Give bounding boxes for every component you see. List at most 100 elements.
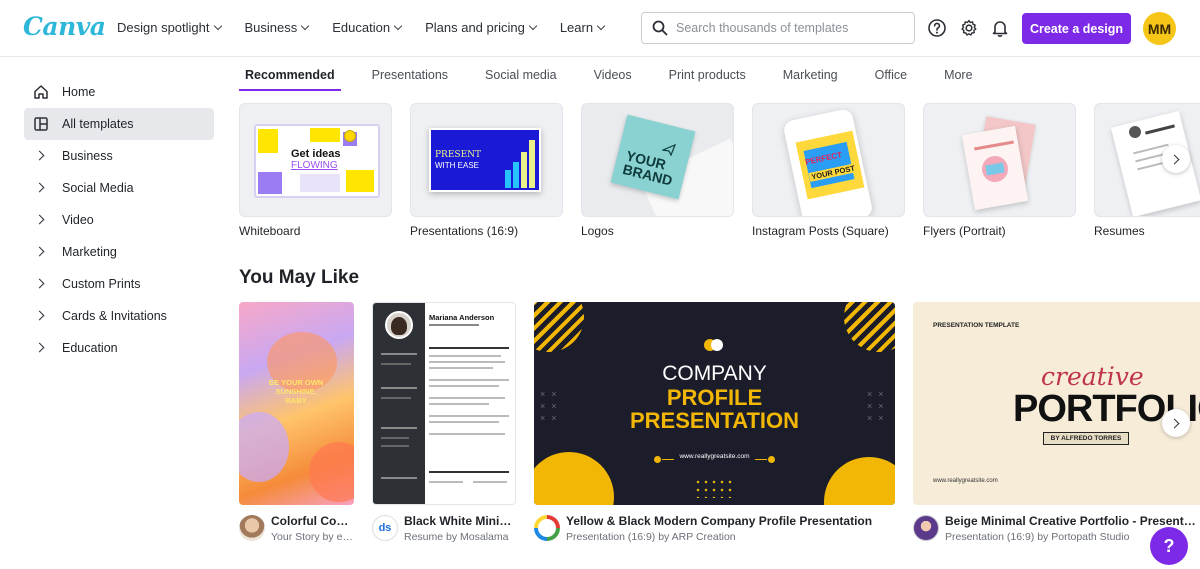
- category-label: Instagram Posts (Square): [752, 224, 889, 238]
- main-nav: Design spotlight Business Education Plan…: [117, 20, 628, 35]
- chevron-right-icon: [34, 342, 45, 353]
- chevron-right-icon: [1169, 418, 1180, 428]
- template-title: Colorful Cool...: [271, 514, 354, 528]
- sidebar-item-education[interactable]: Education: [24, 332, 214, 364]
- template-card[interactable]: Mariana Anderson ds Black White Minim...…: [372, 302, 516, 553]
- home-icon: [33, 84, 49, 100]
- nav-business[interactable]: Business: [244, 20, 310, 35]
- category-label: Whiteboard: [239, 224, 301, 238]
- chevron-right-icon: [34, 182, 45, 193]
- category-card-presentations[interactable]: PRESENT WITH EASE Presentations (16:9): [410, 103, 563, 238]
- category-card-resumes[interactable]: Resumes: [1094, 103, 1200, 238]
- thumb-text: FLOWING: [291, 160, 338, 171]
- thumb-text: BY ALFREDO TORRES: [1043, 432, 1129, 445]
- create-design-button[interactable]: Create a design: [1022, 13, 1131, 44]
- help-button[interactable]: ?: [1150, 527, 1188, 565]
- templates-next-button[interactable]: [1162, 409, 1190, 437]
- sidebar-item-video[interactable]: Video: [24, 204, 214, 236]
- search-box: [641, 12, 915, 44]
- tab-marketing[interactable]: Marketing: [783, 58, 838, 91]
- nav-learn[interactable]: Learn: [559, 20, 606, 35]
- category-thumbnail: Get ideas FLOWING: [239, 103, 392, 217]
- thumb-text: WITH EASE: [435, 161, 480, 170]
- sidebar-item-cards-invitations[interactable]: Cards & Invitations: [24, 300, 214, 332]
- category-card-whiteboard[interactable]: Get ideas FLOWING Whiteboard: [239, 103, 392, 238]
- tab-presentations[interactable]: Presentations: [372, 58, 448, 91]
- template-thumbnail: BE YOUR OWN SUNSHINE, BABY: [239, 302, 354, 505]
- category-label: Flyers (Portrait): [923, 224, 1006, 238]
- nav-plans-pricing[interactable]: Plans and pricing: [425, 20, 538, 35]
- template-card[interactable]: ×× ×× ×× ×× ×× ×× COMPANY PROFILE PRESENTATI…: [534, 302, 895, 553]
- section-title: You May Like: [239, 267, 360, 288]
- category-card-logos[interactable]: YOUR BRAND Logos: [581, 103, 734, 238]
- template-subtitle: Resume by Mosalama: [404, 531, 509, 543]
- paper-plane-icon: [662, 144, 676, 156]
- sidebar-item-label: Marketing: [62, 245, 117, 259]
- template-title: Yellow & Black Modern Company Profile Pr…: [566, 514, 873, 528]
- nav-design-spotlight[interactable]: Design spotlight: [117, 20, 222, 35]
- tab-print-products[interactable]: Print products: [669, 58, 746, 91]
- sidebar-item-label: Custom Prints: [62, 277, 141, 291]
- bell-icon[interactable]: [989, 17, 1011, 39]
- sidebar-item-label: Business: [62, 149, 113, 163]
- nav-label: Design spotlight: [117, 20, 210, 35]
- creator-avatar: [913, 515, 939, 541]
- thumb-text: Get ideas: [291, 148, 341, 160]
- category-thumbnail: PRESENT WITH EASE: [410, 103, 563, 217]
- creator-avatar: ds: [372, 515, 398, 541]
- chevron-right-icon: [1169, 154, 1180, 164]
- template-card[interactable]: PRESENTATION TEMPLATE creative PORTFOLIO…: [913, 302, 1200, 553]
- category-label: Presentations (16:9): [410, 224, 519, 238]
- tab-recommended[interactable]: Recommended: [239, 58, 341, 91]
- thumb-text: PRESENT: [435, 150, 482, 160]
- sidebar: Home All templates Business Social Media…: [24, 76, 214, 364]
- template-card[interactable]: BE YOUR OWN SUNSHINE, BABY Colorful Cool…: [239, 302, 354, 553]
- thumb-text: Mariana Anderson: [429, 313, 495, 322]
- sidebar-item-all-templates[interactable]: All templates: [24, 108, 214, 140]
- templates-icon: [33, 116, 49, 132]
- template-meta: Colorful Cool... Your Story by ec...: [239, 513, 354, 553]
- help-icon[interactable]: [926, 17, 948, 39]
- tab-office[interactable]: Office: [875, 58, 907, 91]
- template-title: Black White Minim...: [404, 514, 516, 528]
- creator-avatar: [239, 515, 265, 541]
- sidebar-item-label: Video: [62, 213, 94, 227]
- tab-social-media[interactable]: Social media: [485, 58, 557, 91]
- category-card-flyers[interactable]: Flyers (Portrait): [923, 103, 1076, 238]
- nav-label: Business: [244, 20, 298, 35]
- avatar[interactable]: MM: [1143, 12, 1176, 45]
- category-carousel: Get ideas FLOWING Whiteboard PRESENT WIT…: [239, 103, 1200, 243]
- chevron-down-icon: [301, 21, 310, 30]
- sidebar-item-business[interactable]: Business: [24, 140, 214, 172]
- sidebar-item-marketing[interactable]: Marketing: [24, 236, 214, 268]
- creator-avatar: [534, 515, 560, 541]
- category-next-button[interactable]: [1162, 145, 1190, 173]
- category-thumbnail: [923, 103, 1076, 217]
- sidebar-item-custom-prints[interactable]: Custom Prints: [24, 268, 214, 300]
- template-title: Beige Minimal Creative Portfolio - Prese…: [945, 514, 1200, 528]
- canva-logo[interactable]: Canva: [23, 12, 106, 41]
- sidebar-item-social-media[interactable]: Social Media: [24, 172, 214, 204]
- thumb-text: COMPANY: [662, 362, 767, 385]
- nav-label: Learn: [559, 20, 594, 35]
- chevron-right-icon: [34, 150, 45, 161]
- chevron-right-icon: [34, 214, 45, 225]
- gear-icon[interactable]: [958, 17, 980, 39]
- chevron-down-icon: [213, 21, 222, 30]
- thumb-text: PRESENTATION TEMPLATE: [933, 322, 1020, 329]
- category-card-instagram-posts[interactable]: PERFECT YOUR POST Instagram Posts (Squar…: [752, 103, 905, 238]
- search-icon: [652, 20, 668, 36]
- nav-education[interactable]: Education: [332, 20, 403, 35]
- template-thumbnail: Mariana Anderson: [372, 302, 516, 505]
- chevron-right-icon: [34, 310, 45, 321]
- chevron-right-icon: [34, 246, 45, 257]
- sidebar-item-label: Home: [62, 85, 96, 99]
- search-input[interactable]: [676, 21, 906, 35]
- template-thumbnail: PRESENTATION TEMPLATE creative PORTFOLIO…: [913, 302, 1200, 505]
- template-meta: Yellow & Black Modern Company Profile Pr…: [534, 513, 895, 553]
- thumb-text: creative: [1041, 362, 1144, 391]
- sidebar-item-label: Education: [62, 341, 118, 355]
- tab-more[interactable]: More: [944, 58, 972, 91]
- tab-videos[interactable]: Videos: [594, 58, 632, 91]
- sidebar-item-home[interactable]: Home: [24, 76, 214, 108]
